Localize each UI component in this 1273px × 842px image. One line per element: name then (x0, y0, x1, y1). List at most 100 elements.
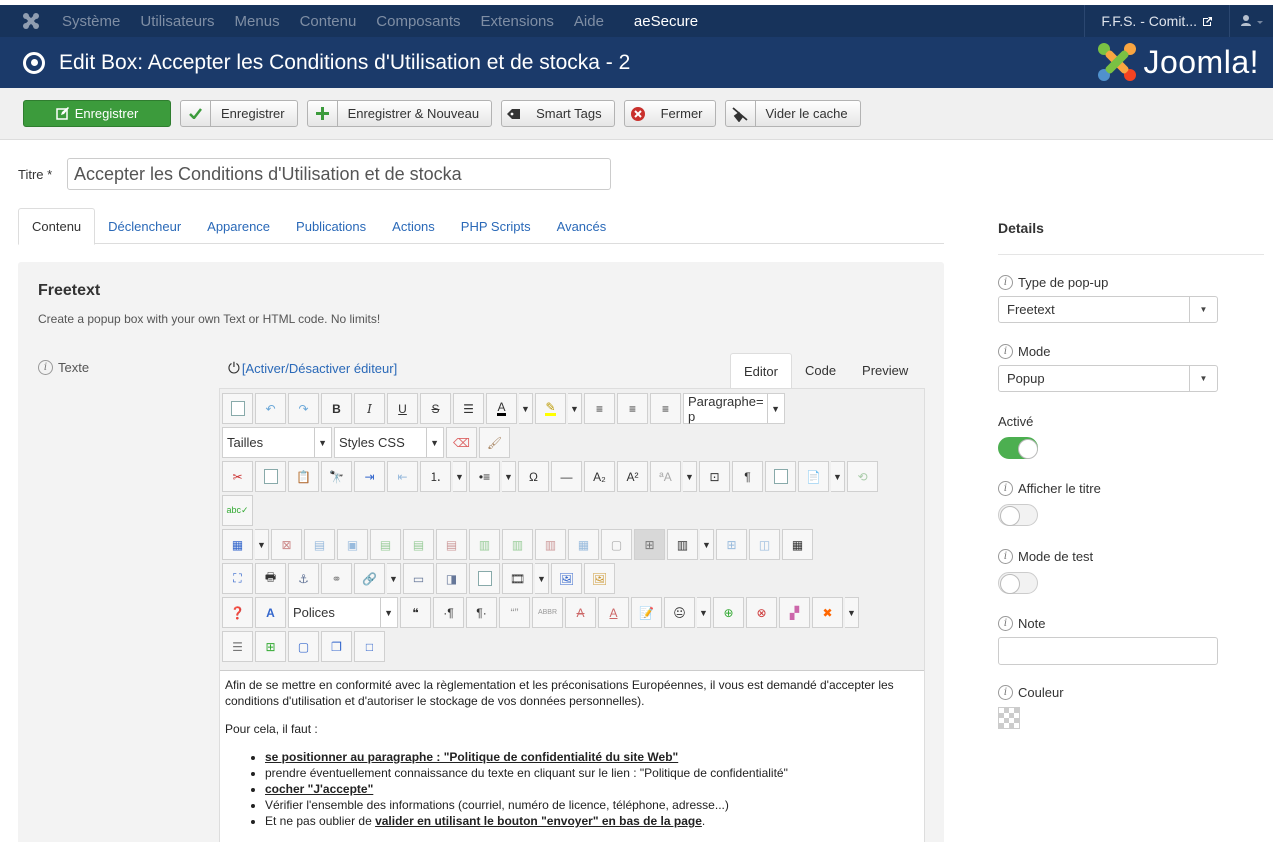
readmore-icon[interactable]: ◨ (436, 563, 467, 594)
split-cell-icon[interactable]: ▢ (601, 529, 632, 560)
media-icon[interactable]: 🎞 (502, 563, 533, 594)
numbered-list-dropdown-icon[interactable]: ▼ (453, 461, 467, 492)
insert-column-icon[interactable]: ⊞ (716, 529, 747, 560)
eraser-icon[interactable]: ⌫ (446, 427, 477, 458)
align-left-icon[interactable]: ≡ (617, 393, 648, 424)
editor-content[interactable]: Afin de se mettre en conformité avec la … (225, 677, 915, 829)
delete-col-icon[interactable]: ▥ (535, 529, 566, 560)
clear-cache-button[interactable]: Vider le cache (724, 100, 861, 127)
superscript-icon[interactable]: A² (617, 461, 648, 492)
info-icon[interactable]: i (998, 616, 1013, 631)
columns-dropdown-icon[interactable]: ▼ (700, 529, 714, 560)
save-button[interactable]: Enregistrer (180, 100, 298, 127)
highlight-dropdown-icon[interactable]: ▼ (568, 393, 582, 424)
image-icon[interactable]: 🖼 (551, 563, 582, 594)
outdent-icon[interactable]: ⇤ (387, 461, 418, 492)
box-blue-icon[interactable]: ▢ (288, 631, 319, 662)
save-primary-button[interactable]: Enregistrer (23, 100, 171, 127)
info-icon[interactable]: i (998, 344, 1013, 359)
align-right-icon[interactable]: ≡ (650, 393, 681, 424)
emoticon-dropdown-icon[interactable]: ▼ (697, 597, 711, 628)
image-manager-icon[interactable]: 🖼 (584, 563, 615, 594)
tab-avances[interactable]: Avancés (544, 208, 620, 244)
indent-icon[interactable]: ⇥ (354, 461, 385, 492)
rtl-icon[interactable]: ¶· (466, 597, 497, 628)
numbered-list-icon[interactable]: ⒈ (420, 461, 451, 492)
box-border-icon[interactable]: □ (354, 631, 385, 662)
delete-row-icon[interactable]: ▤ (436, 529, 467, 560)
remove-snippet-icon[interactable]: ⊗ (746, 597, 777, 628)
add-box-icon[interactable]: ⊞ (255, 631, 286, 662)
style-props-icon[interactable]: 📝 (631, 597, 662, 628)
box-shadow-icon[interactable]: ❐ (321, 631, 352, 662)
italic-icon[interactable]: I (354, 393, 385, 424)
insert-row-after-icon[interactable]: ▤ (403, 529, 434, 560)
columns-icon[interactable]: ▥ (667, 529, 698, 560)
align-center-icon[interactable]: ≡ (584, 393, 615, 424)
table-dropdown-icon[interactable]: ▼ (255, 529, 269, 560)
format-painter-icon[interactable]: 🖌 (479, 427, 510, 458)
template-icon[interactable] (765, 461, 796, 492)
blocks-icon[interactable]: ▞ (779, 597, 810, 628)
menu-aide[interactable]: Aide (574, 13, 604, 30)
toggle-editor-link[interactable]: ⏻ [Activer/Désactiver éditeur] (228, 360, 397, 377)
tab-actions[interactable]: Actions (379, 208, 448, 244)
text-color-icon[interactable]: A (486, 393, 517, 424)
undo-icon[interactable]: ↶ (255, 393, 286, 424)
add-snippet-icon[interactable]: ⊕ (713, 597, 744, 628)
info-icon[interactable]: i (38, 360, 53, 375)
nonbreaking-icon[interactable]: ⊡ (699, 461, 730, 492)
strikethrough-icon[interactable]: S (420, 393, 451, 424)
tab-apparence[interactable]: Apparence (194, 208, 283, 244)
menu-menus[interactable]: Menus (235, 13, 280, 30)
special-char-icon[interactable]: Ω (518, 461, 549, 492)
insert-file-icon[interactable]: 📄 (798, 461, 829, 492)
inserted-text-icon[interactable]: A (598, 597, 629, 628)
list-view-icon[interactable]: ☰ (222, 631, 253, 662)
menu-composants[interactable]: Composants (376, 13, 460, 30)
menu-utilisateurs[interactable]: Utilisateurs (140, 13, 214, 30)
info-icon[interactable]: i (998, 481, 1013, 496)
site-link[interactable]: F.F.S. - Comit... (1084, 5, 1229, 37)
bullet-list-icon[interactable]: •≡ (469, 461, 500, 492)
user-menu[interactable] (1229, 5, 1273, 37)
paste-icon[interactable]: 📋 (288, 461, 319, 492)
joomla-plugin-dropdown-icon[interactable]: ▼ (845, 597, 859, 628)
tab-publications[interactable]: Publications (283, 208, 379, 244)
redo-icon[interactable]: ↷ (288, 393, 319, 424)
abbreviation-icon[interactable]: ABBR (532, 597, 563, 628)
active-toggle[interactable] (998, 437, 1038, 459)
insert-col-before-icon[interactable]: ▥ (469, 529, 500, 560)
insert-file-dropdown-icon[interactable]: ▼ (831, 461, 845, 492)
table-icon[interactable]: ▦ (222, 529, 253, 560)
bullet-list-dropdown-icon[interactable]: ▼ (502, 461, 516, 492)
show-title-toggle[interactable] (998, 504, 1038, 526)
tab-declencheur[interactable]: Déclencheur (95, 208, 194, 244)
tab-editor[interactable]: Editor (730, 353, 792, 388)
link-dropdown-icon[interactable]: ▼ (387, 563, 401, 594)
menu-extensions[interactable]: Extensions (481, 13, 554, 30)
text-color-dropdown-icon[interactable]: ▼ (519, 393, 533, 424)
help-icon[interactable]: ❓ (222, 597, 253, 628)
link-icon[interactable]: 🔗 (354, 563, 385, 594)
deleted-text-icon[interactable]: A (565, 597, 596, 628)
spellcheck-icon[interactable]: abc✓ (222, 495, 253, 526)
column-props-icon[interactable]: ◫ (749, 529, 780, 560)
info-icon[interactable]: i (998, 275, 1013, 290)
horizontal-rule-icon[interactable]: — (551, 461, 582, 492)
note-input[interactable] (998, 637, 1218, 665)
popup-type-select[interactable]: Freetext ▼ (998, 296, 1218, 323)
tab-preview[interactable]: Preview (849, 353, 921, 388)
bold-icon[interactable]: B (321, 393, 352, 424)
joomla-plugin-icon[interactable]: ✖ (812, 597, 843, 628)
layer-icon[interactable]: ▦ (782, 529, 813, 560)
language-dropdown-icon[interactable]: ▼ (683, 461, 697, 492)
info-icon[interactable]: i (998, 685, 1013, 700)
restore-icon[interactable]: ⟲ (847, 461, 878, 492)
save-new-button[interactable]: Enregistrer & Nouveau (306, 100, 493, 127)
find-icon[interactable]: 🔭 (321, 461, 352, 492)
font-size-select[interactable]: Tailles ▼ (222, 427, 332, 458)
smart-tags-button[interactable]: Smart Tags (501, 100, 615, 127)
blockquote-icon[interactable]: ❝ (400, 597, 431, 628)
emoticon-icon[interactable]: 😐 (664, 597, 695, 628)
